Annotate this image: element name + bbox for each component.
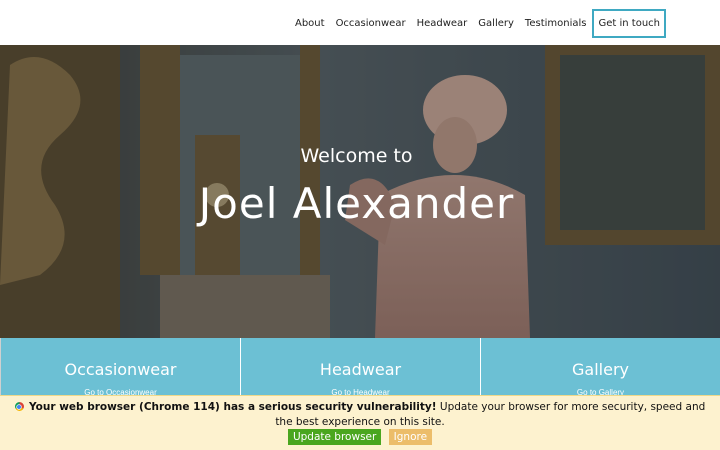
site-header: About Occasionwear Headwear Gallery Test… <box>0 0 720 45</box>
hero-title: Joel Alexander <box>198 179 515 228</box>
tile-gallery[interactable]: Gallery Go to Gallery <box>480 338 720 398</box>
get-in-touch-button[interactable]: Get in touch <box>592 8 666 38</box>
browser-update-banner: Your web browser (Chrome 114) has a seri… <box>0 395 720 450</box>
tile-occasionwear[interactable]: Occasionwear Go to Occasionwear <box>0 338 240 398</box>
nav-testimonials[interactable]: Testimonials <box>525 18 587 29</box>
nav-occasionwear[interactable]: Occasionwear <box>336 18 406 29</box>
hero-subtitle: Welcome to <box>300 145 413 167</box>
banner-warning: Your web browser (Chrome 114) has a seri… <box>29 401 437 413</box>
feature-tiles: Occasionwear Go to Occasionwear Headwear… <box>0 338 720 398</box>
ignore-button[interactable]: Ignore <box>388 429 433 445</box>
nav-gallery[interactable]: Gallery <box>478 18 514 29</box>
nav-about[interactable]: About <box>295 18 325 29</box>
update-browser-button[interactable]: Update browser <box>287 429 382 445</box>
site-logo[interactable] <box>40 12 200 34</box>
main-nav: About Occasionwear Headwear Gallery Test… <box>284 8 666 38</box>
nav-headwear[interactable]: Headwear <box>417 18 468 29</box>
tile-title: Occasionwear <box>64 360 177 379</box>
tile-title: Headwear <box>319 360 402 379</box>
tile-title: Gallery <box>572 360 629 379</box>
hero-section: Welcome to Joel Alexander <box>0 45 720 338</box>
banner-message: Your web browser (Chrome 114) has a seri… <box>10 400 710 430</box>
banner-buttons: Update browser Ignore <box>0 429 720 445</box>
chrome-icon <box>14 402 24 411</box>
tile-headwear[interactable]: Headwear Go to Headwear <box>240 338 480 398</box>
